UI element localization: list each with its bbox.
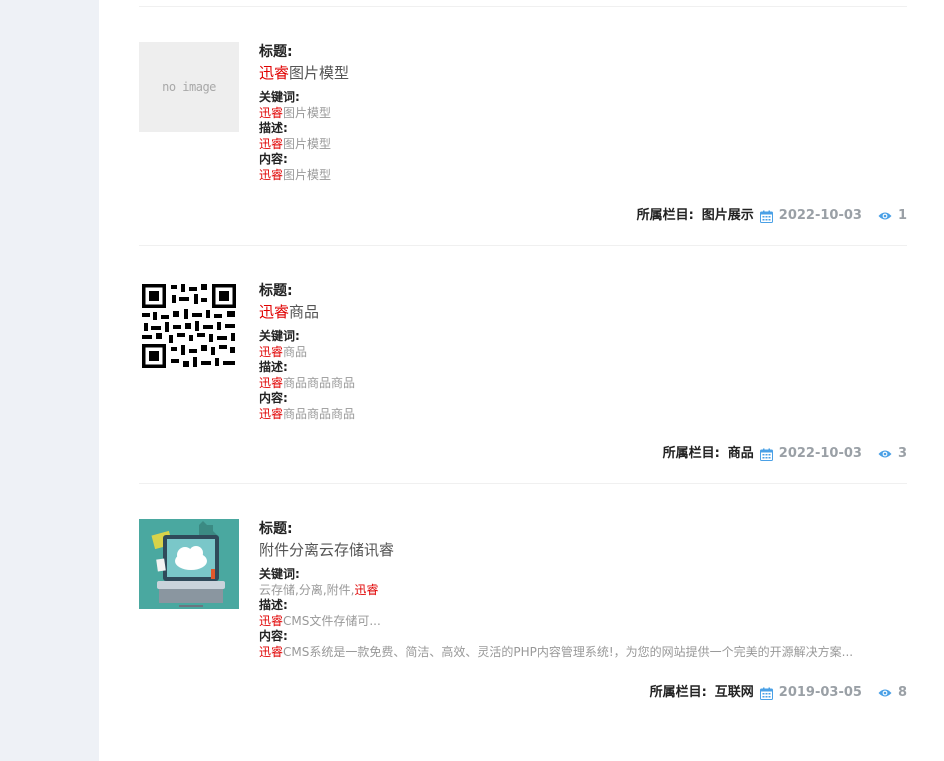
category-label: 所属栏目: (662, 446, 720, 461)
category-link[interactable]: 图片展示 (702, 208, 754, 224)
calendar-icon (759, 448, 773, 461)
content-highlight: 迅睿 (259, 167, 284, 182)
eye-icon (878, 449, 892, 459)
category-label: 所属栏目: (649, 685, 707, 700)
content-label: 内容: (259, 391, 288, 405)
search-results-list: no image 标题: 迅睿图片模型 关键词: 迅睿图片模型 描述: 迅睿图片… (139, 0, 907, 761)
content-rest: 商品商品商品 (283, 406, 356, 421)
left-sidebar-background (0, 0, 99, 761)
description-highlight: 迅睿 (259, 613, 284, 628)
keywords-highlight: 迅睿 (354, 582, 379, 597)
result-meta: 所属栏目: 商品 2022-10-03 3 (663, 446, 907, 462)
publish-date: 2022-10-03 (778, 446, 862, 461)
title-highlight: 迅睿 (259, 64, 290, 82)
content-label: 内容: (259, 152, 288, 166)
view-count: 1 (897, 208, 907, 223)
content-value: 迅睿CMS系统是一款免费、简洁、高效、灵活的PHP内容管理系统!，为您的网站提供… (259, 645, 907, 661)
result-thumbnail[interactable] (139, 519, 239, 609)
result-info: 标题: 附件分离云存储讯睿 关键词: 云存储,分离,附件,迅睿 描述: 迅睿CM… (259, 519, 907, 660)
keywords-value: 云存储,分离,附件,迅睿 (259, 583, 907, 599)
content-rest: 图片模型 (283, 167, 332, 182)
keywords-rest: 商品 (283, 344, 308, 359)
description-value: 迅睿商品商品商品 (259, 376, 907, 392)
no-image-placeholder: no image (162, 80, 216, 94)
content-value: 迅睿图片模型 (259, 168, 907, 184)
description-label: 描述: (259, 360, 288, 374)
result-info: 标题: 迅睿图片模型 关键词: 迅睿图片模型 描述: 迅睿图片模型 内容: 迅睿… (259, 42, 907, 183)
keywords-label: 关键词: (259, 567, 300, 581)
category-label: 所属栏目: (636, 208, 694, 223)
result-info: 标题: 迅睿商品 关键词: 迅睿商品 描述: 迅睿商品商品商品 内容: 迅睿商品… (259, 281, 907, 422)
divider (139, 6, 907, 7)
category-link[interactable]: 商品 (728, 446, 754, 462)
publish-date: 2022-10-03 (778, 208, 862, 223)
result-thumbnail[interactable]: no image (139, 42, 239, 132)
title-rest: 图片模型 (289, 64, 350, 82)
description-highlight: 迅睿 (259, 136, 284, 151)
title-label: 标题: (259, 44, 293, 60)
qr-code-icon (139, 281, 239, 371)
content-highlight: 迅睿 (259, 644, 284, 659)
publish-date: 2019-03-05 (778, 685, 862, 700)
description-value: 迅睿图片模型 (259, 137, 907, 153)
result-title-link[interactable]: 迅睿商品 (259, 301, 907, 323)
category-link[interactable]: 互联网 (715, 685, 754, 701)
eye-icon (878, 211, 892, 221)
content-value: 迅睿商品商品商品 (259, 407, 907, 423)
keywords-highlight: 迅睿 (259, 344, 284, 359)
keywords-label: 关键词: (259, 329, 300, 343)
description-label: 描述: (259, 121, 288, 135)
keywords-value: 迅睿图片模型 (259, 106, 907, 122)
title-rest: 商品 (289, 303, 320, 321)
keywords-rest: 图片模型 (283, 105, 332, 120)
keywords-label: 关键词: (259, 90, 300, 104)
description-value: 迅睿CMS文件存储可... (259, 614, 907, 630)
result-title-link[interactable]: 附件分离云存储讯睿 (259, 539, 907, 561)
title-label: 标题: (259, 283, 293, 299)
calendar-icon (759, 687, 773, 700)
view-count: 3 (897, 446, 907, 461)
keywords-rest: 云存储,分离,附件, (259, 582, 355, 597)
title-highlight: 迅睿 (259, 303, 290, 321)
content-highlight: 迅睿 (259, 406, 284, 421)
cloud-laptop-illustration (139, 519, 239, 609)
result-meta: 所属栏目: 图片展示 2022-10-03 1 (637, 208, 907, 224)
description-rest: CMS文件存储可... (283, 613, 381, 628)
divider (139, 245, 907, 246)
description-label: 描述: (259, 598, 288, 612)
divider (139, 483, 907, 484)
eye-icon (878, 688, 892, 698)
description-rest: 商品商品商品 (283, 375, 356, 390)
keywords-value: 迅睿商品 (259, 345, 907, 361)
result-thumbnail[interactable] (139, 281, 239, 371)
calendar-icon (759, 210, 773, 223)
description-rest: 图片模型 (283, 136, 332, 151)
description-highlight: 迅睿 (259, 375, 284, 390)
title-label: 标题: (259, 521, 293, 537)
content-rest: CMS系统是一款免费、简洁、高效、灵活的PHP内容管理系统!，为您的网站提供一个… (283, 644, 854, 659)
result-title-link[interactable]: 迅睿图片模型 (259, 62, 907, 84)
view-count: 8 (897, 685, 907, 700)
content-label: 内容: (259, 629, 288, 643)
keywords-highlight: 迅睿 (259, 105, 284, 120)
result-meta: 所属栏目: 互联网 2019-03-05 8 (650, 685, 907, 701)
